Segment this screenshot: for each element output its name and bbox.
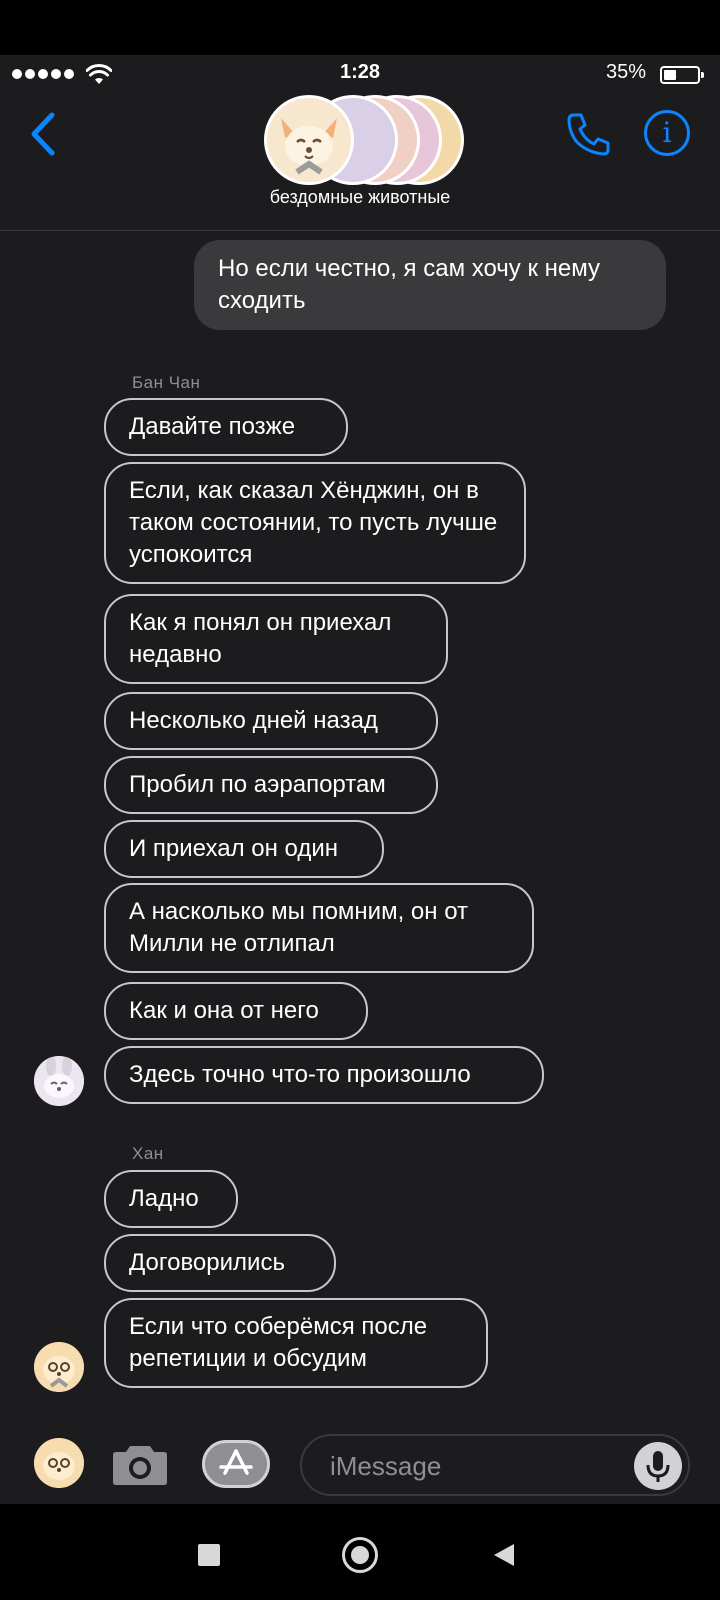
outgoing-message[interactable]: Но если честно, я сам хочу к нему сходит…: [194, 240, 666, 330]
top-inset: [0, 0, 720, 55]
incoming-message[interactable]: Давайте позже: [104, 398, 348, 456]
battery-percent: 35%: [606, 61, 647, 83]
incoming-message[interactable]: А насколько мы помним, он от Милли не от…: [104, 883, 534, 973]
incoming-message[interactable]: И приехал он один: [104, 820, 384, 878]
incoming-message[interactable]: Если, как сказал Хёнджин, он в таком сос…: [104, 462, 526, 584]
group-name[interactable]: бездомные животные: [0, 187, 720, 208]
memoji-icon: [34, 1438, 84, 1488]
incoming-message[interactable]: Как я понял он приехал недавно: [104, 594, 448, 684]
incoming-message[interactable]: Пробил по аэрапортам: [104, 756, 438, 814]
microphone-icon[interactable]: [634, 1442, 682, 1490]
fox-face-icon: [267, 98, 351, 182]
incoming-message[interactable]: Договорились: [104, 1234, 336, 1292]
messages-screen: 1:28 35% бездомные животные i Но если че…: [0, 0, 720, 1600]
message-input-placeholder: iMessage: [330, 1451, 442, 1481]
sender-avatar[interactable]: [34, 1056, 84, 1106]
incoming-message[interactable]: Ладно: [104, 1170, 238, 1228]
composer-bar: iMessage: [0, 1422, 720, 1504]
info-icon[interactable]: i: [644, 110, 690, 156]
sender-avatar[interactable]: [34, 1342, 84, 1392]
back-chevron-icon[interactable]: [24, 109, 64, 159]
main-group-avatar: [264, 95, 354, 185]
app-store-icon[interactable]: [202, 1440, 270, 1488]
battery-icon: [660, 66, 704, 84]
status-bar: 1:28 35%: [0, 55, 720, 95]
camera-icon[interactable]: [112, 1442, 168, 1486]
quokka-face-icon: [34, 1342, 84, 1392]
memoji-button[interactable]: [34, 1438, 84, 1488]
bunny-face-icon: [34, 1056, 84, 1106]
home-button[interactable]: [342, 1537, 378, 1573]
incoming-message[interactable]: Несколько дней назад: [104, 692, 438, 750]
sender-name: Бан Чан: [132, 373, 201, 392]
conversation-header: бездомные животные i: [0, 95, 720, 231]
system-navigation-bar: [0, 1504, 720, 1600]
sender-name: Хан: [132, 1144, 164, 1163]
message-input[interactable]: iMessage: [300, 1434, 690, 1496]
incoming-message[interactable]: Если что соберёмся после репетиции и обс…: [104, 1298, 488, 1388]
incoming-message[interactable]: Как и она от него: [104, 982, 368, 1040]
group-avatars[interactable]: [264, 95, 464, 191]
recents-button[interactable]: [198, 1544, 220, 1566]
back-triangle-icon[interactable]: [492, 1542, 516, 1568]
incoming-message[interactable]: Здесь точно что-то произошло: [104, 1046, 544, 1104]
phone-icon[interactable]: [564, 109, 614, 159]
